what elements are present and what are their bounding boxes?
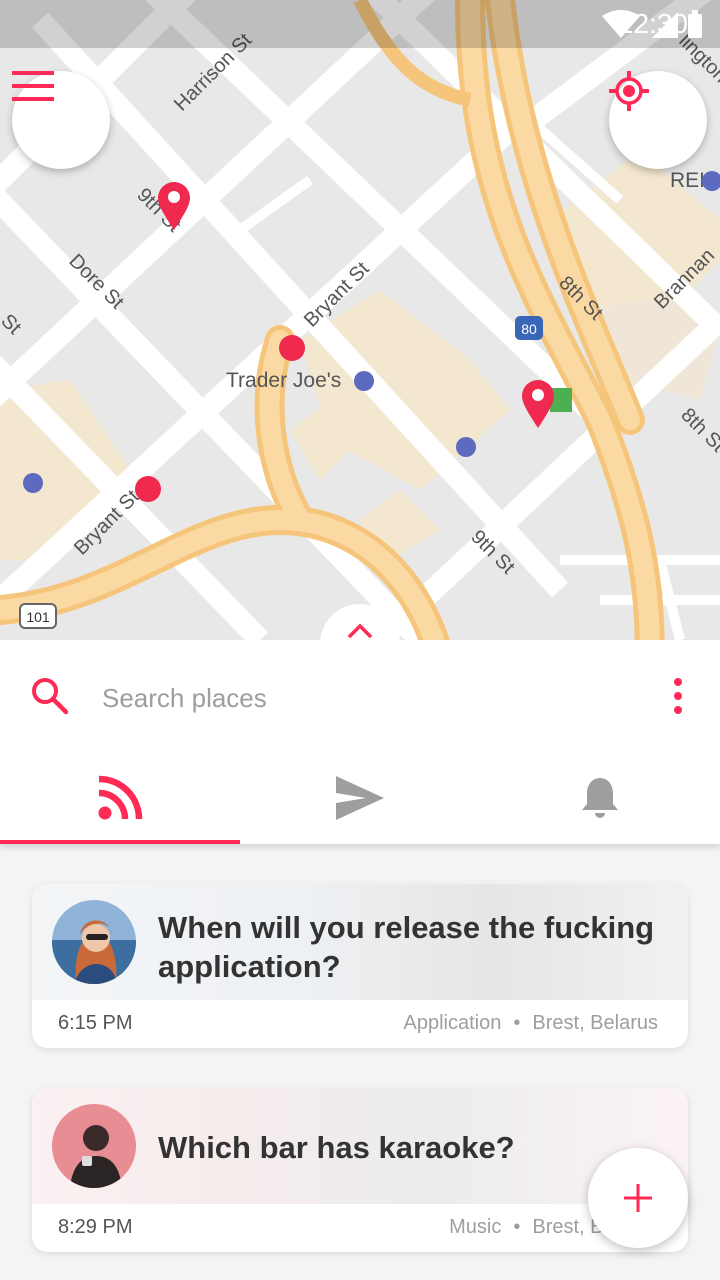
tab-feed[interactable] bbox=[0, 752, 240, 844]
highway-101-label: 101 bbox=[26, 609, 50, 625]
card-meta: Application • Brest, Belarus bbox=[404, 1012, 658, 1035]
avatar bbox=[52, 1104, 136, 1188]
status-bar: 12:30 bbox=[0, 0, 720, 48]
chevron-up-icon bbox=[347, 623, 373, 639]
search-input[interactable] bbox=[102, 678, 622, 718]
separator-dot: • bbox=[513, 1012, 521, 1034]
shop-icon bbox=[456, 437, 476, 457]
send-icon bbox=[336, 776, 384, 820]
add-button[interactable] bbox=[588, 1148, 688, 1248]
shop-icon bbox=[23, 473, 43, 493]
highway-80-label: 80 bbox=[521, 321, 537, 337]
feed-card[interactable]: When will you release the fucking applic… bbox=[32, 884, 688, 1048]
card-category: Application bbox=[403, 1012, 502, 1034]
place-label-rei: REI bbox=[670, 169, 705, 192]
battery-icon bbox=[688, 14, 702, 38]
shop-icon bbox=[354, 371, 374, 391]
card-category: Music bbox=[449, 1216, 502, 1238]
status-time: 12:30 bbox=[617, 8, 688, 39]
menu-button[interactable] bbox=[12, 71, 110, 169]
card-time: 6:15 PM bbox=[58, 1012, 133, 1034]
rss-icon bbox=[98, 775, 143, 820]
feed-card[interactable]: Which bar has karaoke? 8:29 PM Music • Bre… bbox=[32, 1088, 688, 1252]
crosshair-icon bbox=[609, 71, 649, 111]
place-label-trader-joes: Trader Joe's bbox=[226, 369, 341, 392]
separator-dot: • bbox=[513, 1216, 521, 1238]
tab-indicator bbox=[0, 840, 240, 844]
tab-bar bbox=[0, 752, 720, 844]
card-location: Brest, Belarus bbox=[532, 1012, 658, 1034]
search-icon[interactable] bbox=[30, 676, 70, 716]
tab-messages[interactable] bbox=[240, 752, 480, 844]
sheet-expand-handle[interactable] bbox=[320, 604, 400, 684]
map-dot-marker[interactable] bbox=[135, 476, 161, 502]
tab-notifications[interactable] bbox=[480, 752, 720, 844]
card-title: When will you release the fucking applic… bbox=[158, 910, 655, 984]
more-vert-icon bbox=[674, 678, 682, 714]
hamburger-icon bbox=[12, 71, 54, 101]
map-dot-marker[interactable] bbox=[279, 335, 305, 361]
bell-icon bbox=[582, 778, 618, 818]
avatar bbox=[52, 900, 136, 984]
plus-icon bbox=[624, 1184, 652, 1212]
more-options-button[interactable] bbox=[664, 676, 692, 721]
map-view[interactable]: Harrison St 9th St Dore St Bryant St Bry… bbox=[0, 0, 720, 640]
card-time: 8:29 PM bbox=[58, 1216, 133, 1238]
card-title: Which bar has karaoke? bbox=[158, 1130, 515, 1165]
my-location-button[interactable] bbox=[609, 71, 707, 169]
